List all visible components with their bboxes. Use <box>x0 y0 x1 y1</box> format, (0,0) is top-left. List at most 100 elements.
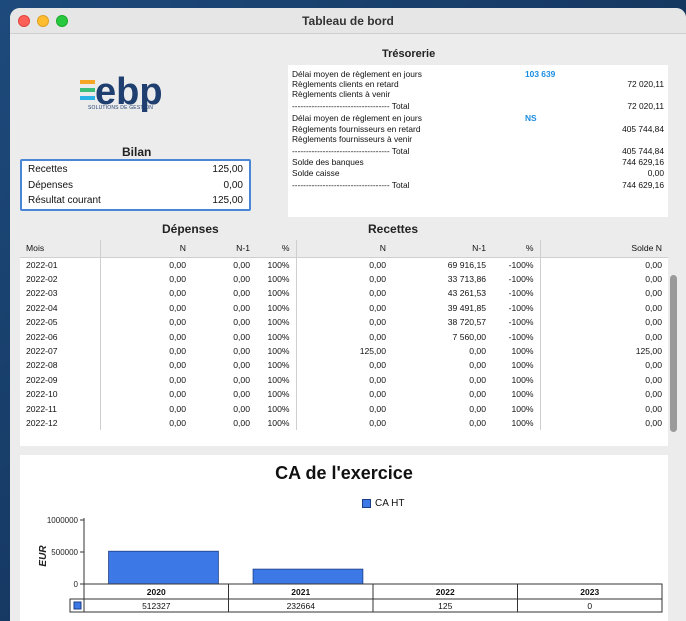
table-row[interactable]: 2022-03 0,00 0,00 100% 0,00 43 261,53 -100% 0,0… <box>20 286 668 301</box>
monthly-table[interactable]: Mois N N-1 % N N-1 % Solde N 2022-01 0,00… <box>20 240 668 446</box>
tresorerie-title: Trésorerie <box>382 48 436 60</box>
table-cell: 0,00 <box>99 401 192 416</box>
window-title: Tableau de bord <box>302 14 394 28</box>
col-header-rec-n1[interactable]: N-1 <box>392 240 492 258</box>
table-row[interactable]: 2022-01 0,00 0,00 100% 0,00 69 916,15 -100% 0,0… <box>20 257 668 272</box>
table-cell: 0,00 <box>99 343 192 359</box>
table-cell: 0,00 <box>295 271 392 287</box>
minimize-window-button[interactable] <box>37 15 49 27</box>
table-cell: 0,00 <box>469 403 486 414</box>
table-row[interactable]: 2022-07 0,00 0,00 100% 125,00 0,00 100% 125,00 <box>20 343 668 359</box>
tresorerie-line: ----------------------------------- Tota… <box>292 101 664 112</box>
tresorerie-amount: 0,00 <box>647 168 664 178</box>
table-cell: 100% <box>267 302 290 313</box>
table-cell: 0,00 <box>233 259 250 270</box>
table-cell: 0,00 <box>99 387 192 402</box>
bar-chart: 0 500000 1000000 EUR 2020 512327 2021 232664 202… <box>38 516 663 613</box>
col-header-solde[interactable]: Solde N <box>539 240 668 258</box>
table-cell: 0,00 <box>469 360 486 371</box>
table-cell: 0,00 <box>99 257 192 272</box>
x-category-label: 2023 <box>580 587 599 597</box>
table-row[interactable]: 2022-10 0,00 0,00 100% 0,00 0,00 100% 0,00 <box>20 387 668 402</box>
tresorerie-label: ----------------------------------- Tota… <box>292 101 410 111</box>
table-row[interactable]: 2022-04 0,00 0,00 100% 0,00 39 491,85 -100% 0,0… <box>20 300 668 316</box>
table-cell: 0,00 <box>469 345 486 356</box>
table-cell: 0,00 <box>295 286 392 301</box>
col-header-dep-pct[interactable]: % <box>256 240 296 258</box>
table-cell: 0,00 <box>99 271 192 287</box>
zoom-window-button[interactable] <box>56 15 68 27</box>
table-cell: 2022-08 <box>26 360 58 371</box>
table-cell: 2022-10 <box>26 389 58 400</box>
table-row[interactable]: 2022-08 0,00 0,00 100% 0,00 0,00 100% 0,00 <box>20 358 668 373</box>
depenses-group-title: Dépenses <box>162 222 219 236</box>
table-cell: 0,00 <box>295 358 392 373</box>
table-cell: 0,00 <box>233 331 250 342</box>
table-cell: 100% <box>267 417 290 428</box>
table-cell: 0,00 <box>233 360 250 371</box>
col-header-mois[interactable]: Mois <box>20 240 100 258</box>
bilan-label: Résultat courant <box>28 195 101 206</box>
col-header-dep-n[interactable]: N <box>99 240 192 258</box>
table-cell: 0,00 <box>539 329 668 344</box>
title-bar: Tableau de bord <box>10 8 686 34</box>
chart-data-table-swatch <box>73 601 82 610</box>
table-cell: 0,00 <box>99 315 192 330</box>
table-cell: 100% <box>267 288 290 299</box>
dashboard-window: Tableau de bord ebp SOLUTIONS DE GESTION… <box>10 8 686 621</box>
table-cell: 0,00 <box>539 387 668 402</box>
table-cell: 2022-09 <box>26 374 58 385</box>
table-cell: 2022-05 <box>26 317 58 328</box>
table-row[interactable]: 2022-02 0,00 0,00 100% 0,00 33 713,86 -100% 0,0… <box>20 271 668 287</box>
tresorerie-label: Délai moyen de règlement en jours <box>292 113 422 123</box>
table-cell: 100% <box>267 403 290 414</box>
y-tick-label: 1000000 <box>47 516 79 525</box>
table-cell: 0,00 <box>539 358 668 373</box>
table-cell: -100% <box>508 317 534 328</box>
table-cell: 0,00 <box>99 329 192 344</box>
table-cell: 100% <box>267 259 290 270</box>
table-cell: 0,00 <box>295 401 392 416</box>
table-cell: 7 560,00 <box>452 331 486 342</box>
table-cell: 0,00 <box>99 300 192 316</box>
col-header-rec-n[interactable]: N <box>295 240 392 258</box>
table-cell: 100% <box>511 403 534 414</box>
table-scrollbar[interactable] <box>670 275 677 432</box>
table-cell: -100% <box>508 273 534 284</box>
tresorerie-label: Règlements fournisseurs à venir <box>292 134 413 144</box>
close-window-button[interactable] <box>18 15 30 27</box>
tresorerie-line: Solde des banques 744 629,16 <box>292 157 664 168</box>
bar-2021 <box>252 568 364 585</box>
table-cell: -100% <box>508 302 534 313</box>
table-cell: 0,00 <box>233 389 250 400</box>
table-row[interactable]: 2022-11 0,00 0,00 100% 0,00 0,00 100% 0,00 <box>20 401 668 416</box>
data-label: 512327 <box>142 601 171 611</box>
tresorerie-panel: Délai moyen de règlement en jours 103 639… <box>288 65 668 217</box>
table-row[interactable]: 2022-05 0,00 0,00 100% 0,00 38 720,57 -100% 0,0… <box>20 315 668 330</box>
table-row[interactable]: 2022-12 0,00 0,00 100% 0,00 0,00 100% 0,00 <box>20 415 668 431</box>
table-row[interactable]: 2022-06 0,00 0,00 100% 0,00 7 560,00 -100% 0,00 <box>20 329 668 344</box>
recettes-group-title: Recettes <box>368 222 419 236</box>
tresorerie-days: NS <box>525 113 537 123</box>
x-category-label: 2020 <box>147 587 166 597</box>
tresorerie-line: Solde caisse 0,00 <box>292 168 664 179</box>
table-cell: 100% <box>267 374 290 385</box>
table-cell: 125,00 <box>295 343 392 359</box>
table-cell: 100% <box>511 374 534 385</box>
table-cell: 125,00 <box>539 343 668 359</box>
col-header-dep-n1[interactable]: N-1 <box>192 240 256 258</box>
data-label: 0 <box>587 601 592 611</box>
table-cell: 0,00 <box>233 403 250 414</box>
table-row[interactable]: 2022-09 0,00 0,00 100% 0,00 0,00 100% 0,00 <box>20 372 668 388</box>
tresorerie-label: Solde des banques <box>292 157 364 167</box>
table-cell: -100% <box>508 288 534 299</box>
table-cell: 0,00 <box>295 372 392 388</box>
table-cell: 2022-02 <box>26 273 58 284</box>
x-category-label: 2021 <box>291 587 310 597</box>
table-cell: 100% <box>267 317 290 328</box>
bilan-value: 125,00 <box>212 195 243 206</box>
bilan-panel: Recettes 125,00 Dépenses 0,00 Résultat c… <box>20 159 251 211</box>
col-header-rec-pct[interactable]: % <box>492 240 540 258</box>
bilan-row-depenses: Dépenses 0,00 <box>28 178 243 194</box>
table-cell: 0,00 <box>469 417 486 428</box>
